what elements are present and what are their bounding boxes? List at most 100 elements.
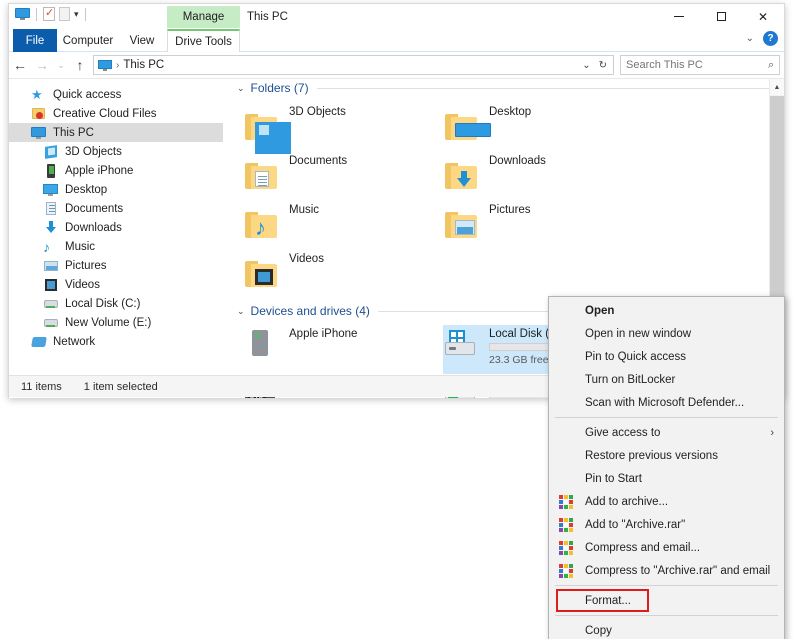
close-icon: ✕ [758,10,768,24]
menu-item-label: Format... [585,595,631,607]
tab-drive-tools[interactable]: Drive Tools [167,29,240,52]
sidebar-item-pictures[interactable]: Pictures [9,256,223,275]
group-devices-label: Devices and drives (4) [251,304,370,318]
menu-item-copy[interactable]: Copy [549,619,784,639]
sidebar-item-this-pc[interactable]: This PC [9,123,223,142]
sidebar-item-3d-objects[interactable]: 3D Objects [9,142,223,161]
menu-item-give-access-to[interactable]: Give access to› [549,421,784,444]
scroll-up-button[interactable]: ▲ [770,79,784,95]
folder-item[interactable]: ♪ Music [243,200,443,249]
winrar-icon [558,494,574,510]
menu-item-label: Turn on BitLocker [585,374,675,386]
screen: ▾ Manage This PC ✕ File Computer View Dr… [0,0,800,639]
folder-label: Pictures [489,204,531,216]
monitor-icon[interactable] [15,8,30,20]
folder-item[interactable]: Downloads [443,151,643,200]
sidebar-item-music[interactable]: ♪Music [9,237,223,256]
up-button[interactable]: ↑ [69,57,91,73]
group-folders-label: Folders (7) [251,81,309,95]
menu-item-pin-to-quick-access[interactable]: Pin to Quick access [549,345,784,368]
folder-label: Music [289,204,319,216]
search-box[interactable]: ⌕ [620,55,780,75]
sidebar-item-local-disk-c[interactable]: Local Disk (C:) [9,294,223,313]
sidebar-item-downloads[interactable]: Downloads [9,218,223,237]
folder-item[interactable]: Pictures [443,200,643,249]
search-icon[interactable]: ⌕ [768,59,774,72]
minimize-button[interactable] [658,4,700,29]
sidebar-item-label: Pictures [65,260,107,272]
menu-item-label: Pin to Start [585,473,642,485]
search-input[interactable] [626,59,768,71]
folder-label: Desktop [489,106,531,118]
sidebar-item-videos[interactable]: Videos [9,275,223,294]
group-header-folders[interactable]: ⌄ Folders (7) [223,79,784,97]
up-arrow-icon: ↑ [77,57,84,73]
refresh-icon[interactable]: ↻ [599,60,607,71]
forward-button[interactable]: → [31,57,53,73]
sidebar-item-network[interactable]: Network [9,332,223,351]
chevron-down-icon[interactable]: ⌄ [237,83,245,94]
sidebar-item-label: Videos [65,279,100,291]
menu-item-label: Open in new window [585,328,691,340]
folder-icon [243,258,279,290]
maximize-button[interactable] [700,4,742,29]
menu-item-open[interactable]: Open [549,299,784,322]
sidebar-item-new-volume-e[interactable]: New Volume (E:) [9,313,223,332]
address-dropdown-icon[interactable]: ⌄ [582,60,590,71]
forward-icon: → [35,57,49,73]
menu-item-open-in-new-window[interactable]: Open in new window [549,322,784,345]
address-bar-actions: ⌄ ↻ [582,60,610,71]
window-title-text: This PC [247,11,288,23]
tab-file[interactable]: File [13,29,57,52]
sidebar-item-label: New Volume (E:) [65,317,151,329]
menu-item-scan-with-microsoft-defender[interactable]: Scan with Microsoft Defender... [549,391,784,414]
customize-chevron-icon[interactable]: ▾ [74,10,79,19]
folder-item[interactable]: Videos [243,249,443,298]
tab-file-label: File [26,35,45,47]
recent-locations-button[interactable]: ⌄ [53,60,69,71]
sidebar-item-label: Apple iPhone [65,165,133,177]
menu-item-compress-to-archive-rar-and-email[interactable]: Compress to "Archive.rar" and email [549,559,784,582]
menu-item-add-to-archive-rar[interactable]: Add to "Archive.rar" [549,513,784,536]
sidebar-item-creative-cloud-files[interactable]: Creative Cloud Files [9,104,223,123]
menu-item-format[interactable]: Format... [549,589,784,612]
folder-item[interactable]: Desktop [443,102,643,151]
sidebar-item-quick-access[interactable]: ★Quick access [9,85,223,104]
drive-item[interactable]: Apple iPhone [243,325,443,374]
drive-name: Apple iPhone [289,328,357,340]
properties-icon[interactable] [43,7,55,21]
contextual-tab-manage[interactable]: Manage [167,6,240,28]
breadcrumb[interactable]: This PC [123,59,164,71]
folder-item[interactable]: Documents [243,151,443,200]
this-pc-icon [31,126,47,140]
folder-icon: ♪ [243,209,279,241]
3d-objects-icon [43,145,59,159]
chevron-down-icon[interactable]: ⌄ [237,306,245,317]
folder-icon [443,111,479,143]
sidebar-item-label: Desktop [65,184,107,196]
menu-item-compress-and-email[interactable]: Compress and email... [549,536,784,559]
sidebar-item-desktop[interactable]: Desktop [9,180,223,199]
new-folder-icon[interactable] [59,7,70,21]
menu-item-pin-to-start[interactable]: Pin to Start [549,467,784,490]
address-input[interactable]: › This PC ⌄ ↻ [93,55,614,75]
tab-computer[interactable]: Computer [57,29,119,52]
disk-icon [43,297,59,311]
ribbon-tab-strip: File Computer View Drive Tools ⌄ ? [9,29,784,52]
sidebar-item-documents[interactable]: Documents [9,199,223,218]
folder-item[interactable]: 3D Objects [243,102,443,151]
help-icon[interactable]: ? [763,31,778,46]
menu-item-label: Give access to [585,427,660,439]
back-button[interactable]: ← [9,57,31,73]
sidebar-item-apple-iphone[interactable]: Apple iPhone [9,161,223,180]
item-count-label: 11 items [21,381,62,393]
chevron-down-icon[interactable]: ⌄ [746,33,754,44]
close-button[interactable]: ✕ [742,4,784,29]
chevron-down-icon: ⌄ [57,60,65,70]
sidebar-item-label: Documents [65,203,123,215]
menu-item-turn-on-bitlocker[interactable]: Turn on BitLocker [549,368,784,391]
menu-item-add-to-archive[interactable]: Add to archive... [549,490,784,513]
folders-grid: 3D Objects Desktop DocumentsDownloads ♪ Musi… [223,97,784,298]
menu-item-restore-previous-versions[interactable]: Restore previous versions [549,444,784,467]
tab-view[interactable]: View [119,29,165,52]
